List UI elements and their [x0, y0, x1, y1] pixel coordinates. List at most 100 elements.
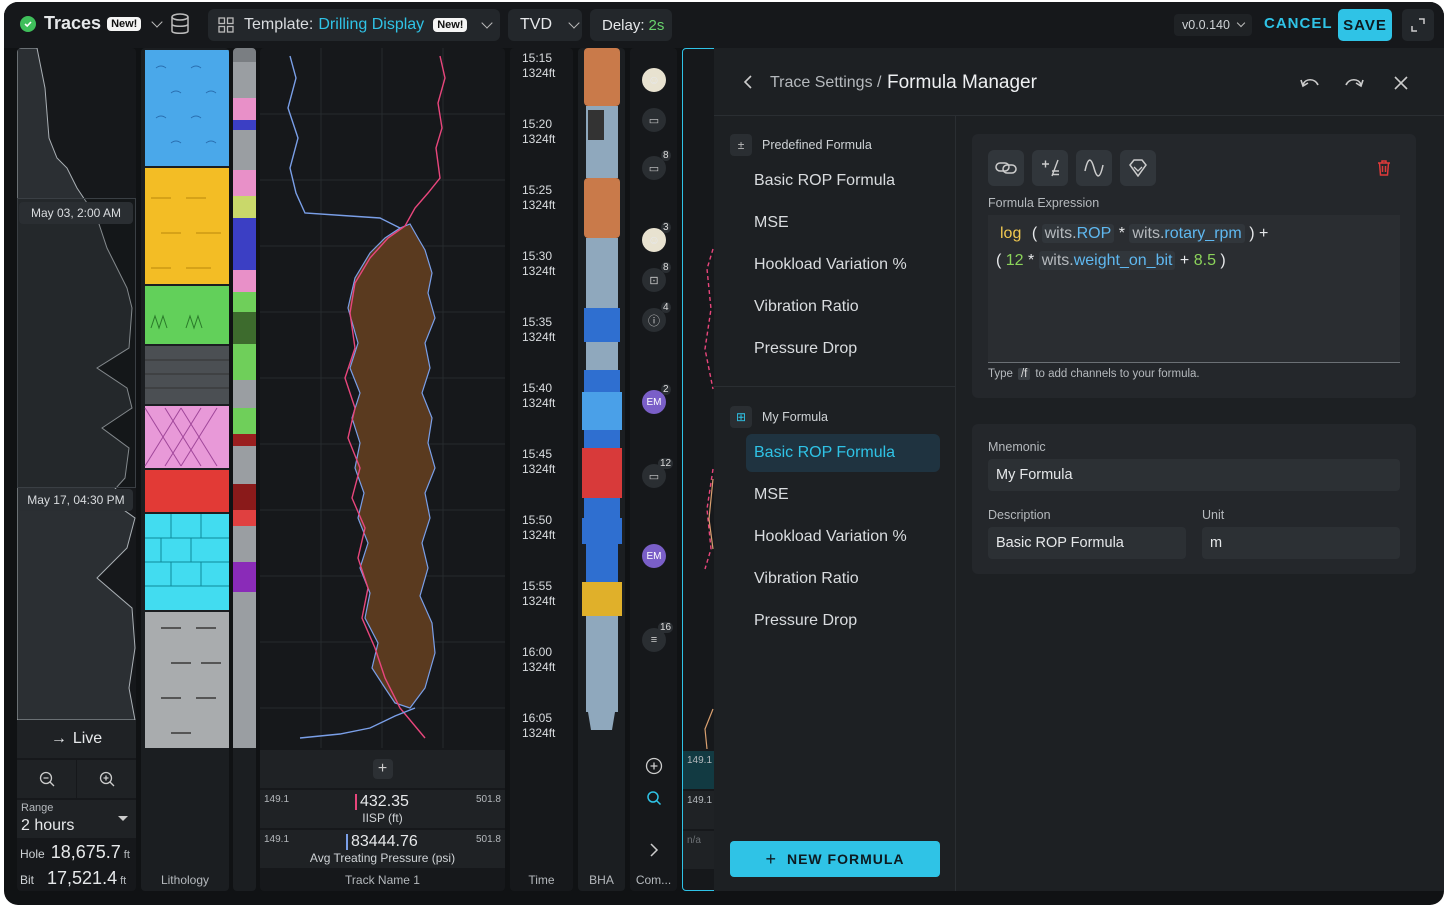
avatar[interactable]: ☺ — [642, 68, 666, 92]
zoom-out-button[interactable] — [17, 760, 76, 798]
time-tick: 15:45 1324ft — [522, 447, 555, 477]
track-plot — [260, 48, 505, 748]
trace-readout-pressure[interactable]: 149.1 501.8 83444.76 Avg Treating Pressu… — [260, 830, 505, 868]
expression-line-2: ( 12 * wits.weight_on_bit + 8.5 ) — [996, 247, 1392, 274]
facies-strip — [233, 48, 256, 891]
expr-number: 12 — [1005, 252, 1024, 269]
expr-log: log — [1000, 225, 1022, 242]
trace-readout-iisp[interactable]: 149.1 501.8 432.35 IISP (ft) — [260, 790, 505, 828]
my-formula-item[interactable]: Hookload Variation % — [746, 518, 940, 556]
time-tick: 16:00 1324ft — [522, 645, 555, 675]
lithology-label: Lithology — [160, 873, 210, 887]
formula-manager-header: Trace Settings / Formula Manager — [714, 48, 1444, 116]
insert-channel-button[interactable] — [988, 150, 1024, 186]
expand-comments-button[interactable] — [644, 840, 664, 860]
calculator-icon: ⊞ — [730, 406, 752, 428]
channel-chip[interactable]: wits.weight_on_bit — [1038, 251, 1176, 270]
channel-chip[interactable]: wits.ROP — [1041, 224, 1115, 243]
insert-operator-button[interactable] — [1032, 150, 1068, 186]
add-comment-icon — [645, 757, 663, 775]
app-window: Traces New! Template: Drilling Display N… — [4, 2, 1444, 905]
mnemonic-input[interactable]: My Formula — [988, 459, 1400, 491]
close-button[interactable] — [1390, 72, 1412, 94]
database-button[interactable] — [170, 13, 190, 35]
chevron-down-icon — [151, 15, 164, 28]
peek-value: 149.1 — [687, 755, 713, 766]
readout-max: 501.8 — [475, 834, 501, 845]
arrow-right-icon: → — [50, 730, 67, 747]
delay-value: 2s — [648, 16, 665, 34]
depth-mode-value: TVD — [520, 16, 552, 33]
insert-function-button[interactable] — [1076, 150, 1112, 186]
depth-mode-select[interactable]: TVD — [508, 9, 582, 41]
my-formula-item[interactable]: Pressure Drop — [746, 602, 940, 640]
comment-button[interactable]: ▭ — [642, 108, 666, 132]
fullscreen-button[interactable] — [1402, 9, 1434, 41]
time-tick-time: 15:45 — [522, 447, 553, 461]
predefined-item[interactable]: MSE — [746, 204, 940, 242]
bit-depth: Bit 17,521.4 ft — [17, 868, 136, 891]
time-tick-depth: 1324ft — [522, 330, 556, 344]
lithology-column — [144, 50, 229, 748]
time-tick-time: 15:25 — [522, 183, 553, 197]
overview-window[interactable] — [17, 198, 136, 488]
zoom-in-button[interactable] — [77, 760, 136, 798]
comment-count: 3 — [661, 222, 671, 233]
comment-count: 16 — [658, 622, 674, 633]
my-formula-item[interactable]: MSE — [746, 476, 940, 514]
chevron-down-icon — [481, 17, 494, 29]
comment-count: 4 — [661, 302, 671, 313]
predefined-item[interactable]: Hookload Variation % — [746, 246, 940, 284]
redo-button[interactable] — [1342, 72, 1366, 94]
predefined-item[interactable]: Pressure Drop — [746, 330, 940, 368]
hint-pre: Type — [988, 368, 1013, 380]
my-formula-item[interactable]: Vibration Ratio — [746, 560, 940, 598]
back-button[interactable] — [738, 70, 758, 94]
add-trace-button[interactable]: + — [260, 750, 505, 788]
range-select[interactable]: Range 2 hours — [17, 800, 136, 838]
add-comment-button[interactable] — [644, 756, 664, 776]
comment-thread-7[interactable]: EM — [642, 544, 666, 568]
expression-editor[interactable]: log ( wits.ROP * wits.rotary_rpm ) + ( 1… — [988, 215, 1400, 363]
plus-icon: + — [765, 848, 777, 869]
readout-name: IISP (ft) — [362, 811, 403, 825]
insert-constant-button[interactable] — [1120, 150, 1156, 186]
range-value: 2 hours — [21, 817, 75, 834]
new-formula-label: NEW FORMULA — [786, 851, 905, 867]
description-input[interactable]: Basic ROP Formula — [988, 527, 1186, 559]
time-tick-time: 15:40 — [522, 381, 553, 395]
predefined-item[interactable]: Vibration Ratio — [746, 288, 940, 326]
version-select[interactable]: v0.0.140 — [1174, 14, 1252, 36]
delete-formula-button[interactable] — [1374, 158, 1394, 178]
save-button[interactable]: SAVE — [1338, 9, 1392, 41]
chevron-left-icon — [743, 75, 752, 89]
bha-label: BHA — [589, 873, 614, 887]
range-label: Range — [21, 802, 54, 814]
readout-value: 432.35 — [360, 793, 409, 810]
cancel-button[interactable]: CANCEL — [1264, 15, 1333, 32]
peek-value: 149.1 — [687, 795, 713, 806]
blue-trace-tail — [299, 707, 416, 739]
track-name[interactable]: Track Name 1 — [260, 873, 505, 887]
new-formula-button[interactable]: + NEW FORMULA — [730, 841, 940, 877]
description-label: Description — [988, 508, 1051, 522]
undo-button[interactable] — [1298, 72, 1322, 94]
hint-post: to add channels to your formula. — [1035, 368, 1200, 380]
unit-input[interactable]: m — [1202, 527, 1400, 559]
comments-track: ☺ ▭ ▭ 8 ☺ 3 ⊡ 8 ⓘ 4 EM 2 ▭ 12 EM ≡ 16 Co… — [630, 48, 677, 891]
my-formula-header: ⊞ My Formula — [730, 406, 828, 428]
breadcrumb-parent[interactable]: Trace Settings / — [770, 74, 881, 92]
range-start-date[interactable]: May 03, 2:00 AM — [19, 202, 133, 224]
search-comments-button[interactable] — [644, 788, 664, 808]
channel-chip[interactable]: wits.rotary_rpm — [1129, 224, 1245, 243]
delay-control[interactable]: Delay: 2s — [590, 9, 672, 41]
lithology-track: Lithology — [141, 48, 229, 891]
my-formula-item-selected[interactable]: Basic ROP Formula — [746, 434, 940, 472]
expr-number: 8.5 — [1193, 252, 1216, 269]
template-selector[interactable]: Template: Drilling Display New! — [208, 9, 500, 41]
range-end-date[interactable]: May 17, 04:30 PM — [19, 489, 133, 511]
chevron-down-icon — [1236, 18, 1246, 28]
live-button[interactable]: → Live — [17, 720, 136, 758]
app-switcher[interactable]: Traces New! — [20, 13, 164, 34]
predefined-item[interactable]: Basic ROP Formula — [746, 162, 940, 200]
